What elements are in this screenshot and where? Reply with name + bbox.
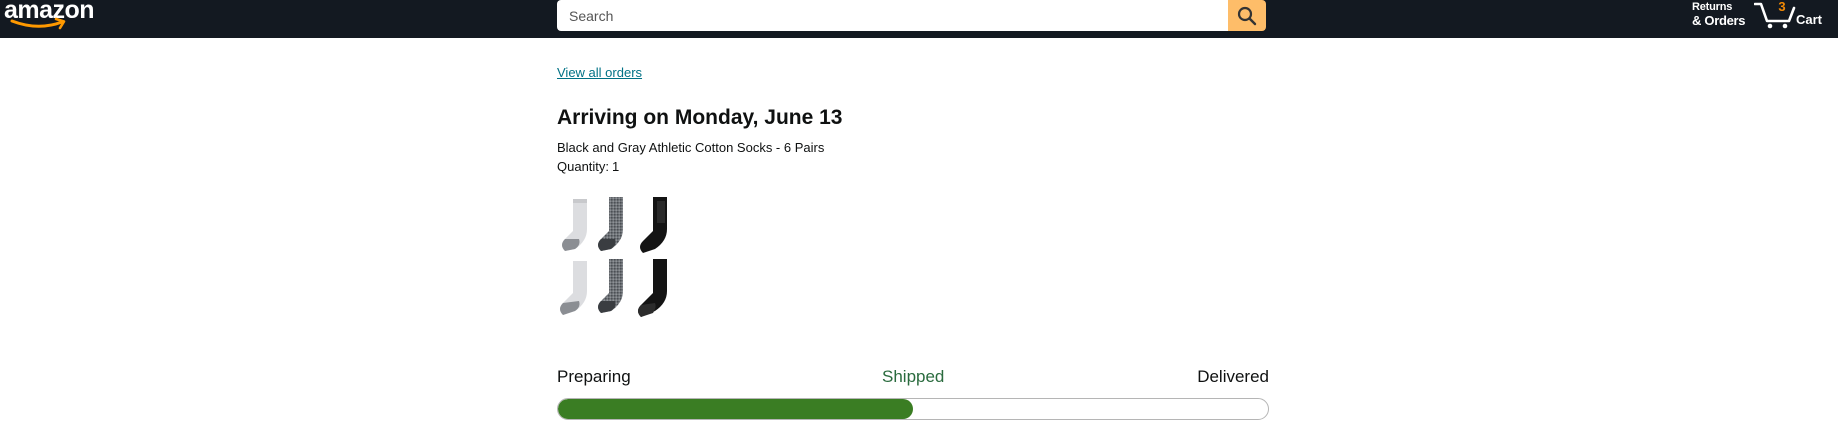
stage-shipped: Shipped xyxy=(882,367,945,386)
quantity-value: 1 xyxy=(612,159,620,174)
cart-label: Cart xyxy=(1796,12,1823,27)
shipment-progress-bar xyxy=(557,398,1269,420)
product-name: Black and Gray Athletic Cotton Socks - 6… xyxy=(557,140,825,155)
sock-gray-1 xyxy=(598,197,623,251)
stage-preparing: Preparing xyxy=(557,367,631,386)
sock-black-1 xyxy=(640,197,667,253)
quantity-line: Quantity: 1 xyxy=(557,159,619,174)
shipment-progress-fill xyxy=(558,399,913,419)
quantity-label: Quantity: xyxy=(557,159,610,174)
search-bar xyxy=(557,0,1266,31)
returns-label: Returns xyxy=(1692,1,1733,13)
sock-white-2 xyxy=(560,261,587,315)
view-all-orders-link[interactable]: View all orders xyxy=(557,65,642,80)
search-icon xyxy=(1237,6,1257,25)
returns-and-orders-link[interactable]: Returns & Orders xyxy=(1692,0,1746,28)
socks-image[interactable] xyxy=(557,193,673,321)
stage-delivered: Delivered xyxy=(1197,367,1269,386)
amazon-logo[interactable]: amazon xyxy=(4,0,95,35)
logo-smile-icon xyxy=(10,17,66,30)
orders-label: & Orders xyxy=(1692,13,1746,28)
sock-white-1 xyxy=(562,199,587,251)
sock-gray-2 xyxy=(598,259,623,313)
shipment-progress-labels: Preparing Shipped Delivered xyxy=(557,367,1269,389)
arrival-heading: Arriving on Monday, June 13 xyxy=(557,106,843,129)
top-nav-bar: amazon Returns & Orders 3 Cart xyxy=(0,0,1838,38)
cart-button[interactable]: 3 Cart xyxy=(1754,0,1834,30)
sock-black-2 xyxy=(638,259,667,317)
search-input[interactable] xyxy=(557,0,1228,31)
cart-count-badge: 3 xyxy=(1778,0,1786,14)
search-button[interactable] xyxy=(1228,0,1266,31)
